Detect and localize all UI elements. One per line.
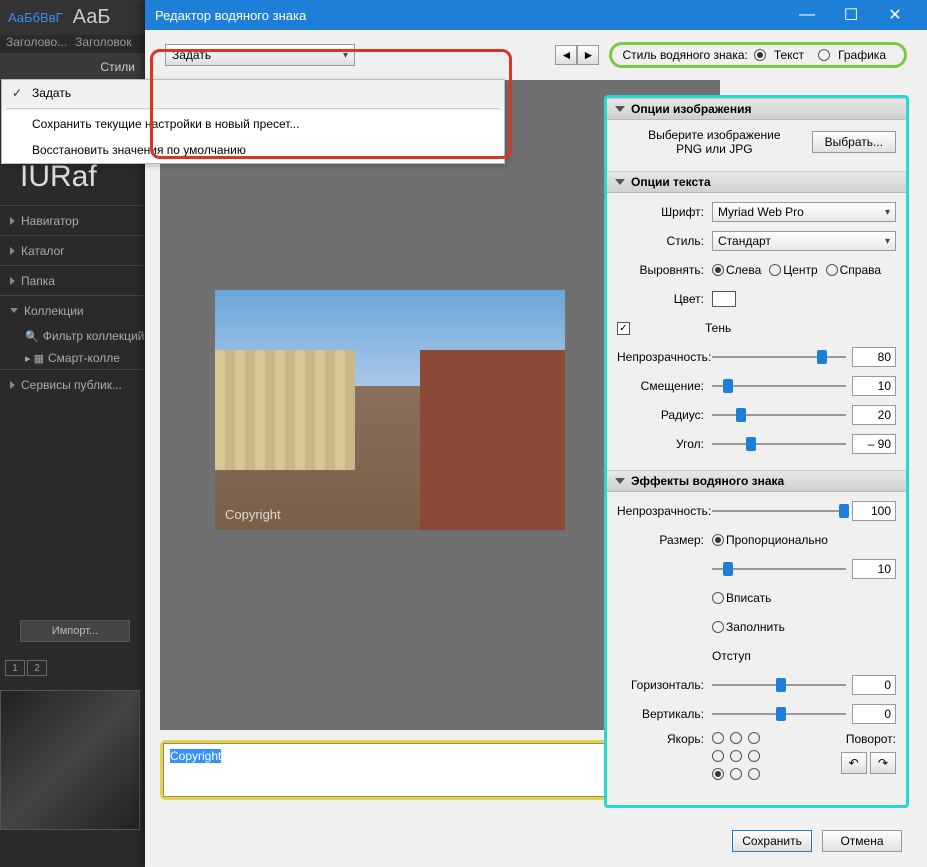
settings-panel: Опции изображения Выберите изображение P… — [604, 95, 909, 808]
close-button[interactable]: ✕ — [873, 0, 917, 30]
inset-v-slider[interactable] — [712, 704, 846, 724]
smart-collection[interactable]: ▸ ▦ Смарт-колле — [0, 347, 145, 369]
preset-combobox[interactable]: Задать ▾ — [165, 44, 355, 66]
minimize-button[interactable]: — — [785, 0, 829, 30]
styles-label: Стили — [100, 60, 135, 74]
dd-item-set[interactable]: Задать — [2, 80, 504, 106]
dialog-title: Редактор водяного знака — [155, 8, 785, 23]
header-label-2: Заголовок — [75, 35, 131, 53]
align-center-radio[interactable] — [769, 264, 781, 276]
style-group-label: Стиль водяного знака: — [622, 48, 747, 62]
section-watermark-fx[interactable]: Эффекты водяного знака — [607, 470, 906, 492]
shadow-offset-input[interactable]: 10 — [852, 376, 896, 396]
watermark-preview-text: Copyright — [225, 507, 281, 522]
inset-h-input[interactable]: 0 — [852, 675, 896, 695]
shadow-opacity-input[interactable]: 80 — [852, 347, 896, 367]
rotate-label: Поворот: — [764, 732, 896, 746]
preset-dropdown-menu: Задать Сохранить текущие настройки в нов… — [1, 79, 505, 164]
dd-item-restore-defaults[interactable]: Восстановить значения по умолчанию — [2, 137, 504, 163]
size-prop-radio[interactable] — [712, 534, 724, 546]
watermark-style-group: Стиль водяного знака: Текст Графика — [609, 42, 907, 68]
watermark-editor-dialog: Редактор водяного знака — ☐ ✕ Задать ▾ ◄… — [145, 0, 927, 867]
dd-item-save-preset[interactable]: Сохранить текущие настройки в новый прес… — [2, 111, 504, 137]
nav-folder[interactable]: Папка — [0, 265, 145, 295]
fontstyle-select[interactable]: Стандарт▾ — [712, 231, 896, 251]
save-button[interactable]: Сохранить — [732, 830, 812, 852]
preview-image: Copyright — [215, 290, 565, 530]
shadow-angle-input[interactable]: – 90 — [852, 434, 896, 454]
align-left-radio[interactable] — [712, 264, 724, 276]
maximize-button[interactable]: ☐ — [829, 0, 873, 30]
size-slider[interactable] — [712, 559, 846, 579]
inset-label: Отступ — [712, 649, 751, 663]
shadow-offset-slider[interactable] — [712, 376, 846, 396]
anchor-grid[interactable] — [712, 732, 764, 784]
color-picker[interactable] — [712, 291, 736, 307]
section-image-options[interactable]: Опции изображения — [607, 98, 906, 120]
style-sample-2: АаБ — [73, 6, 111, 29]
import-button[interactable]: Импорт... — [20, 620, 130, 642]
radio-graphic[interactable] — [818, 49, 830, 61]
wm-opacity-input[interactable]: 100 — [852, 501, 896, 521]
preset-value: Задать — [172, 48, 211, 62]
size-fit-radio[interactable] — [712, 592, 724, 604]
section-text-options[interactable]: Опции текста — [607, 171, 906, 193]
styles-bar: Стили — [0, 53, 145, 80]
nav-catalog[interactable]: Каталог — [0, 235, 145, 265]
thumbnail-image[interactable] — [0, 690, 140, 830]
filmstrip-toggle[interactable]: 12 — [5, 660, 47, 676]
shadow-angle-slider[interactable] — [712, 434, 846, 454]
next-button[interactable]: ► — [577, 45, 599, 65]
rotate-right-button[interactable]: ↷ — [870, 752, 896, 774]
rotate-left-button[interactable]: ↶ — [841, 752, 867, 774]
filter-collections[interactable]: 🔍 Фильтр коллекций — [0, 325, 145, 347]
nav-publish[interactable]: Сервисы публик... — [0, 369, 145, 399]
size-input[interactable]: 10 — [852, 559, 896, 579]
style-sample-1: АаБбВвГ — [8, 10, 63, 25]
prev-button[interactable]: ◄ — [555, 45, 577, 65]
nav-collections[interactable]: Коллекции — [0, 295, 145, 325]
shadow-checkbox[interactable] — [617, 322, 630, 335]
chevron-down-icon: ▾ — [343, 50, 348, 61]
nav-panel: Навигатор Каталог Папка Коллекции 🔍 Филь… — [0, 205, 145, 399]
font-select[interactable]: Myriad Web Pro▾ — [712, 202, 896, 222]
radio-text[interactable] — [754, 49, 766, 61]
titlebar: Редактор водяного знака — ☐ ✕ — [145, 0, 927, 30]
nav-navigator[interactable]: Навигатор — [0, 205, 145, 235]
shadow-radius-slider[interactable] — [712, 405, 846, 425]
inset-h-slider[interactable] — [712, 675, 846, 695]
header-label-1: Заголово... — [6, 35, 67, 53]
inset-v-input[interactable]: 0 — [852, 704, 896, 724]
img-hint-1: Выберите изображение — [617, 128, 812, 142]
shadow-radius-input[interactable]: 20 — [852, 405, 896, 425]
img-hint-2: PNG или JPG — [617, 142, 812, 156]
size-fill-radio[interactable] — [712, 621, 724, 633]
shadow-opacity-slider[interactable] — [712, 347, 846, 367]
wm-opacity-slider[interactable] — [712, 501, 846, 521]
brand-text: IURaf — [20, 160, 97, 194]
choose-image-button[interactable]: Выбрать... — [812, 131, 896, 153]
shadow-label: Тень — [705, 321, 731, 335]
cancel-button[interactable]: Отмена — [822, 830, 902, 852]
align-right-radio[interactable] — [826, 264, 838, 276]
